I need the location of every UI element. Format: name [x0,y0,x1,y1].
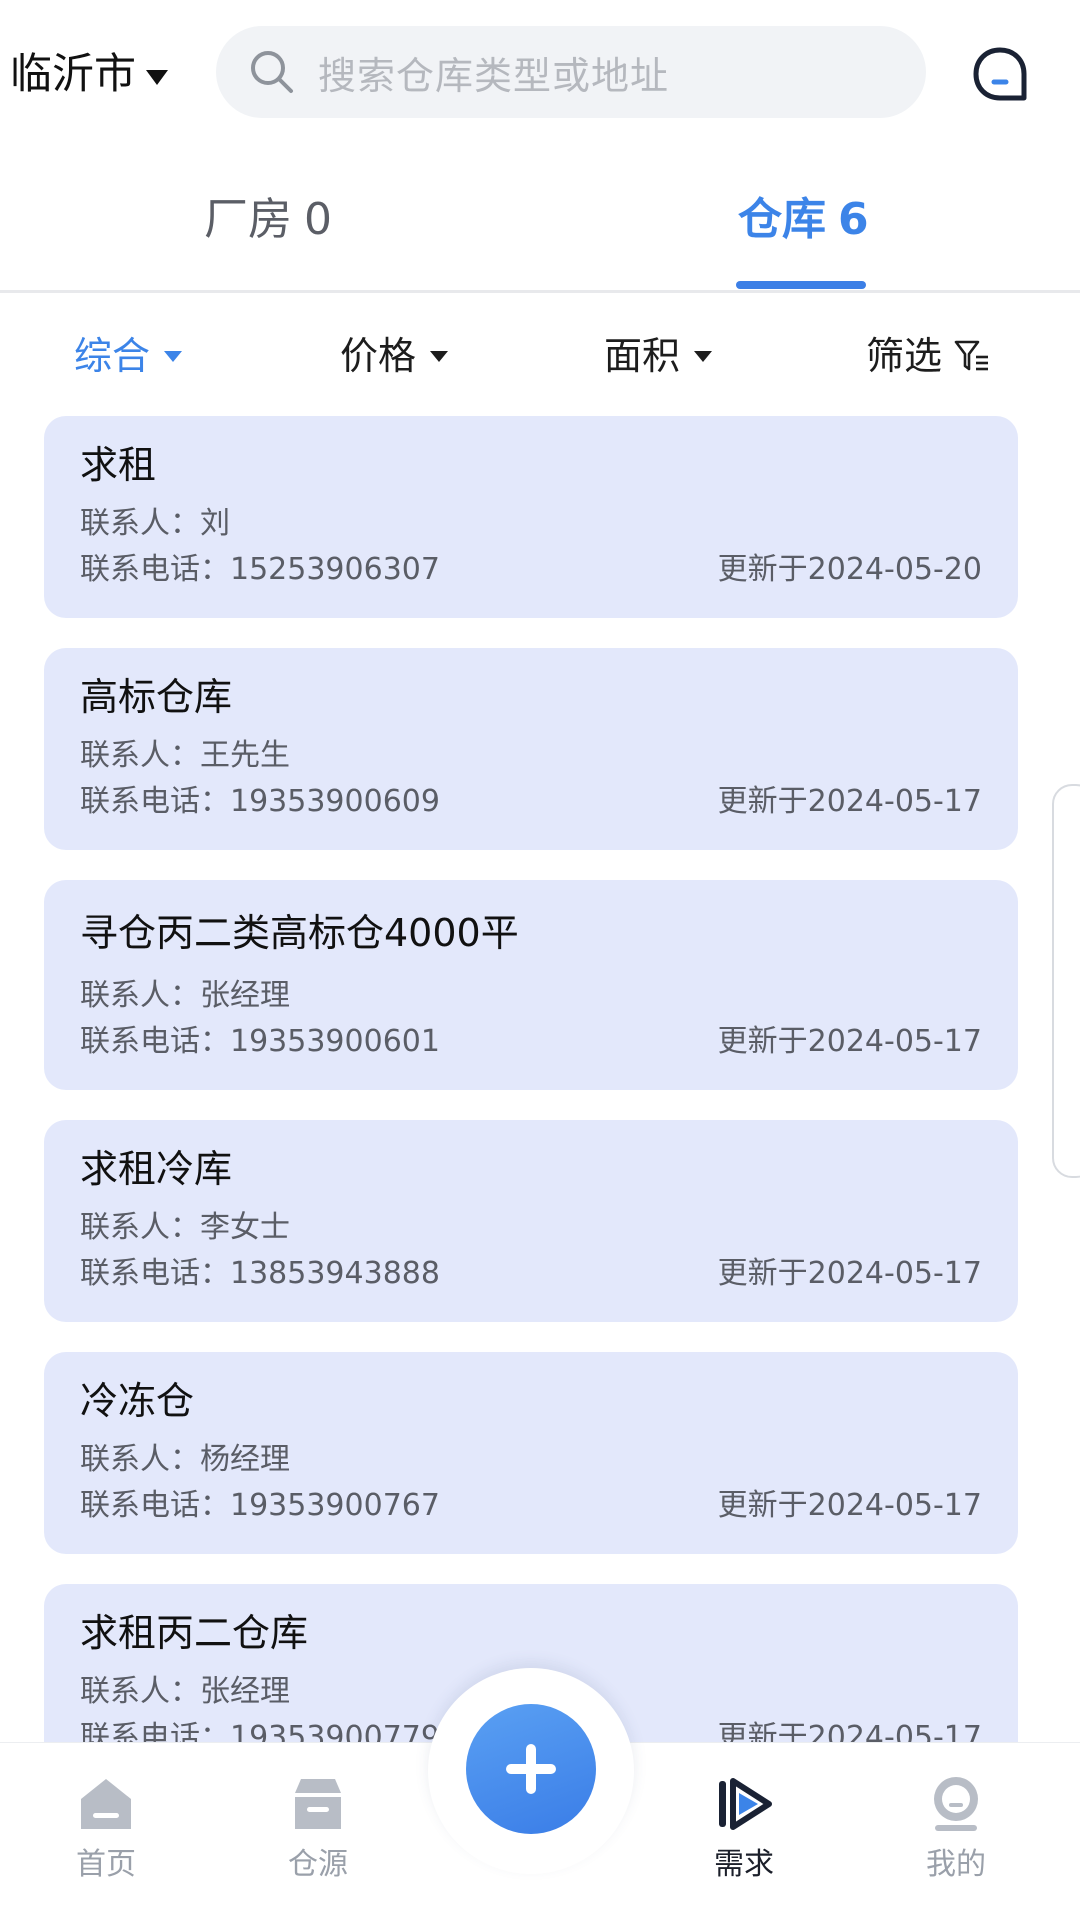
side-drawer-handle[interactable] [1052,784,1080,1178]
listing-contact: 联系人：杨经理 [80,1442,290,1477]
nav-warehouse[interactable]: 仓源 [258,1773,378,1885]
listing-contact: 联系人：张经理 [80,1674,290,1709]
filter-label: 筛选 [866,334,943,378]
sort-price[interactable]: 价格 [340,330,449,382]
filter-button[interactable]: 筛选 [866,330,990,382]
listing-title: 求租丙二仓库 [80,1611,309,1655]
warehouse-icon [295,1779,341,1829]
listing-phone: 联系电话：19353900601 [80,1024,440,1059]
listing-title: 冷冻仓 [80,1379,195,1423]
listing-phone: 联系电话：13853943888 [80,1256,440,1291]
tab-count: 6 [838,194,869,245]
list-item[interactable]: 求租 联系人：刘 联系电话：15253906307 更新于2024-05-20 [44,416,1018,618]
tab-label: 厂房 [204,194,292,245]
nav-label: 首页 [76,1847,136,1882]
home-icon [81,1779,131,1829]
listing-contact: 联系人：张经理 [80,978,290,1013]
demand-icon [719,1778,772,1830]
list-item[interactable]: 高标仓库 联系人：王先生 联系电话：19353900609 更新于2024-05… [44,648,1018,850]
search-placeholder: 搜索仓库类型或地址 [318,53,670,98]
caret-down-icon [164,350,183,362]
add-post-button[interactable] [466,1704,596,1834]
list-item[interactable]: 求租冷库 联系人：李女士 联系电话：13853943888 更新于2024-05… [44,1120,1018,1322]
profile-icon [934,1777,978,1831]
search-icon [251,51,293,93]
nav-demand[interactable]: 需求 [684,1773,804,1885]
list-item[interactable]: 冷冻仓 联系人：杨经理 联系电话：19353900767 更新于2024-05-… [44,1352,1018,1554]
category-tabs: 厂房 0 仓库 6 [0,150,1080,293]
tab-count: 0 [304,194,332,245]
listing-updated: 更新于2024-05-17 [717,1256,982,1291]
listing-title: 高标仓库 [80,675,233,719]
listing-contact: 联系人：刘 [80,506,230,541]
sort-comprehensive[interactable]: 综合 [74,330,183,382]
message-icon[interactable] [970,44,1030,104]
nav-label: 需求 [714,1847,774,1882]
listing-phone: 联系电话：19353900609 [80,784,440,819]
listing-updated: 更新于2024-05-17 [717,1024,982,1059]
listing-phone: 联系电话：19353900767 [80,1488,440,1523]
city-selector[interactable]: 临沂市 [10,46,169,102]
list-item[interactable]: 寻仓丙二类高标仓4000平 联系人：张经理 联系电话：19353900601 更… [44,880,1018,1090]
nav-profile[interactable]: 我的 [896,1773,1016,1885]
filter-label: 价格 [340,334,417,378]
tab-label: 仓库 [738,194,826,245]
caret-down-icon [430,350,449,362]
listing-title: 求租 [80,443,157,487]
filter-label: 面积 [604,334,681,378]
listing-title: 求租冷库 [80,1147,233,1191]
sort-area[interactable]: 面积 [604,330,713,382]
listing-updated: 更新于2024-05-20 [717,552,982,587]
filter-bar: 综合 价格 面积 筛选 [0,300,1080,406]
nav-home[interactable]: 首页 [46,1773,166,1885]
nav-label: 我的 [926,1847,986,1882]
listing-updated: 更新于2024-05-17 [717,1488,982,1523]
caret-down-icon [694,350,713,362]
listing-phone: 联系电话：15253906307 [80,552,440,587]
listing-updated: 更新于2024-05-17 [717,784,982,819]
active-tab-indicator [736,281,866,289]
search-bar[interactable]: 搜索仓库类型或地址 [216,26,926,118]
city-label: 临沂市 [10,49,137,98]
plus-icon [506,1744,556,1794]
top-bar: 临沂市 搜索仓库类型或地址 [0,0,1080,148]
filter-icon [954,340,989,371]
tab-factory[interactable]: 厂房 0 [204,190,332,250]
listing-contact: 联系人：王先生 [80,738,290,773]
listing-title: 寻仓丙二类高标仓4000平 [80,911,519,955]
nav-label: 仓源 [288,1847,348,1882]
listing-contact: 联系人：李女士 [80,1210,290,1245]
tab-warehouse[interactable]: 仓库 6 [738,190,869,250]
filter-label: 综合 [74,334,151,378]
caret-down-icon [146,69,169,85]
